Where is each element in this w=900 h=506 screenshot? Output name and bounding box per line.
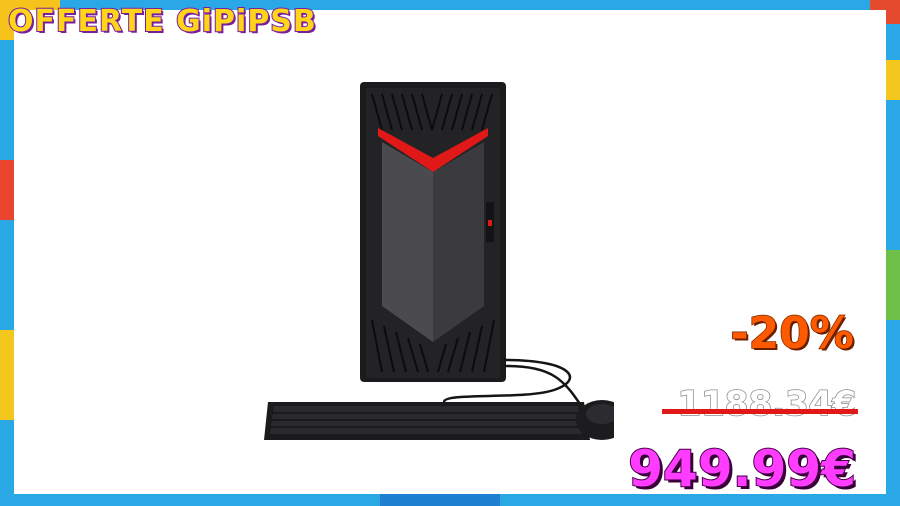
frame-decoration bbox=[0, 160, 14, 220]
frame-decoration bbox=[886, 60, 900, 100]
keyboard bbox=[264, 402, 590, 440]
discount-badge: -20% bbox=[730, 307, 855, 360]
frame-decoration bbox=[0, 330, 14, 420]
frame-decoration bbox=[886, 250, 900, 320]
price-strikethrough bbox=[662, 409, 858, 414]
current-price: 949.99€ bbox=[627, 440, 857, 498]
pc-tower bbox=[360, 82, 506, 382]
old-price: 1188.34€ bbox=[677, 383, 857, 425]
frame-decoration bbox=[380, 494, 500, 506]
product-image[interactable] bbox=[254, 80, 614, 450]
brand-title: OFFERTE GiPiPSB bbox=[7, 3, 317, 40]
offer-card: -20% 1188.34€ 949.99€ bbox=[14, 10, 886, 498]
